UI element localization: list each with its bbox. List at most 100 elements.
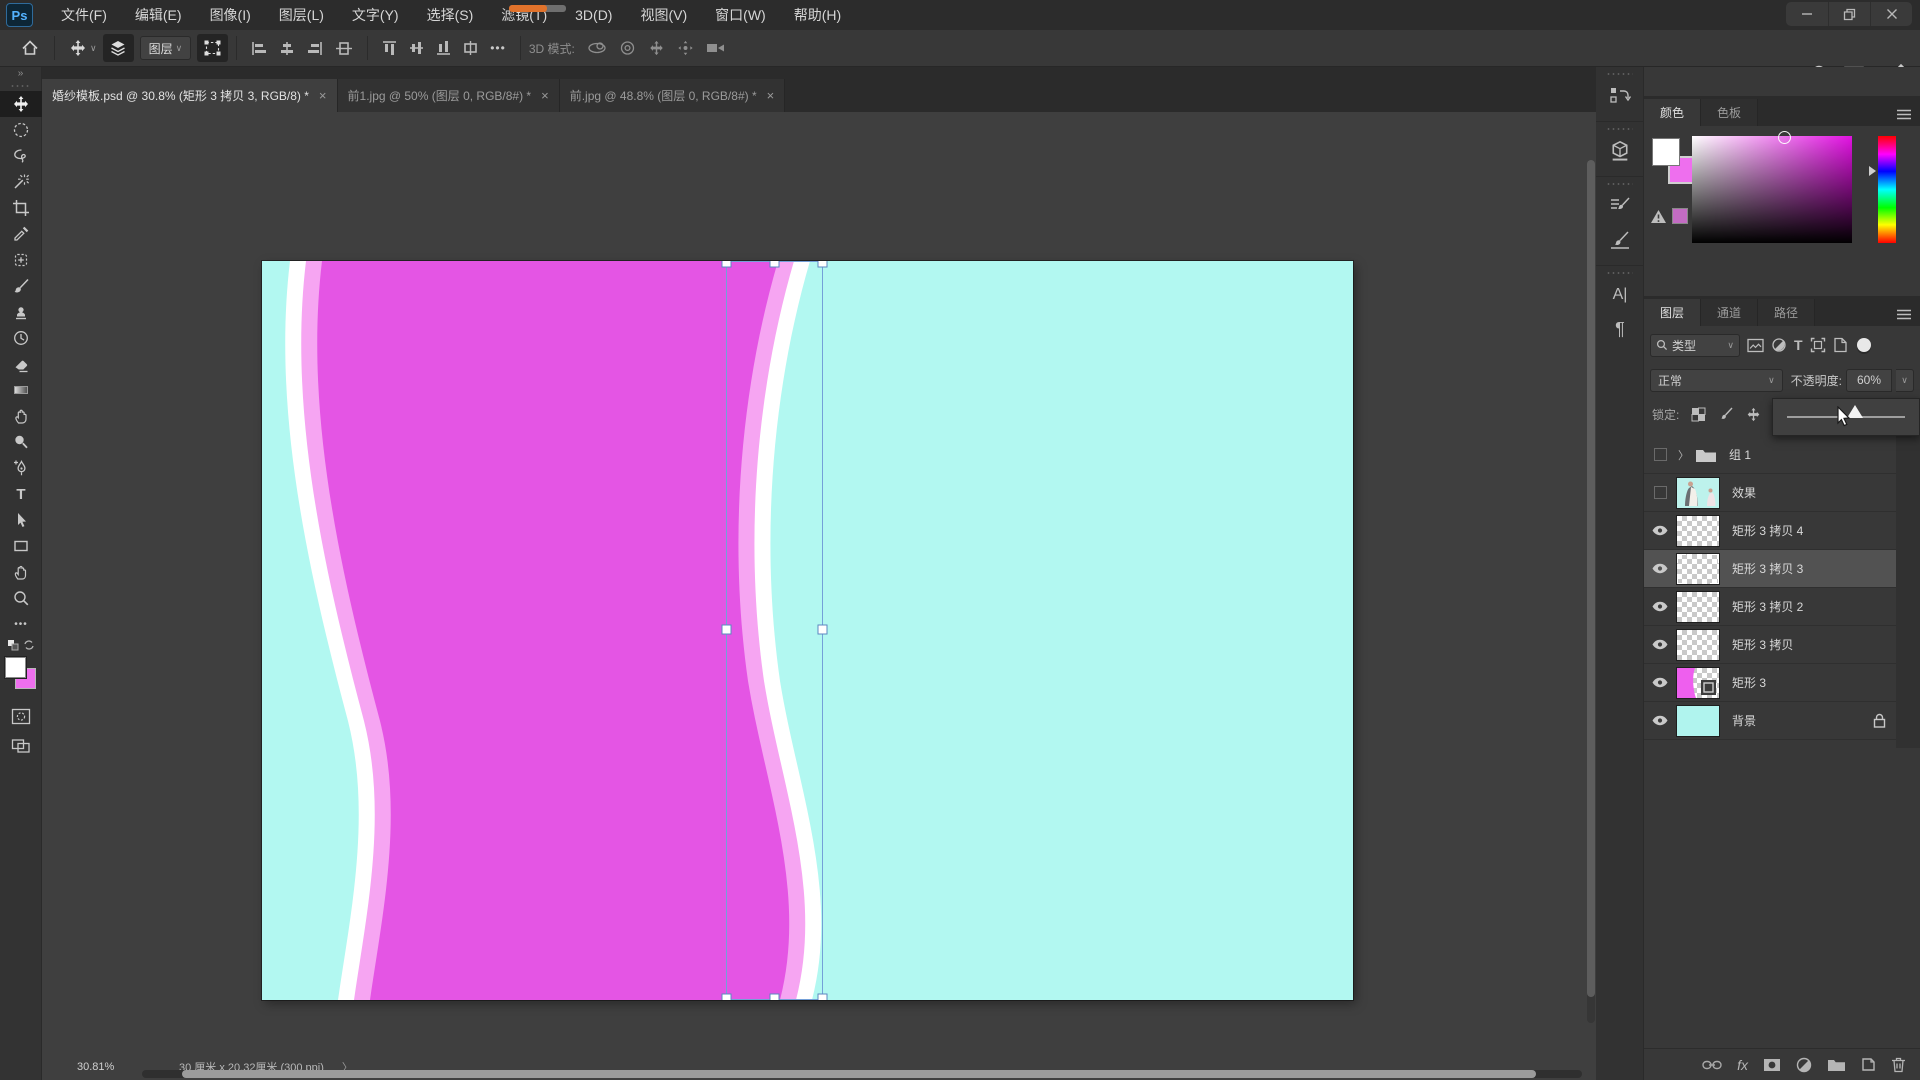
type-tool[interactable]: T [0,481,42,507]
quick-mask-button[interactable] [0,701,42,731]
smudge-tool[interactable] [0,403,42,429]
pen-tool[interactable] [0,455,42,481]
layer-name[interactable]: 矩形 3 拷贝 4 [1732,522,1803,539]
more-options-button[interactable]: ••• [484,34,512,62]
vertical-scrollbar[interactable] [1587,160,1595,1023]
visibility-toggle[interactable] [1644,600,1676,613]
layer-thumbnail[interactable] [1676,514,1720,547]
move-tool[interactable] [0,91,42,117]
align-top-button[interactable] [376,34,403,62]
opacity-value-field[interactable]: 60% [1846,368,1892,392]
layer-thumbnail[interactable] [1676,628,1720,661]
hand-tool[interactable] [0,559,42,585]
lock-transparency-icon[interactable] [1691,407,1706,422]
tab-channels[interactable]: 通道 [1701,299,1759,326]
panel-grip[interactable] [1606,127,1633,131]
clone-stamp-tool[interactable] [0,299,42,325]
marquee-tool[interactable] [0,117,42,143]
visibility-off[interactable] [1653,486,1667,499]
panel-grip[interactable] [10,84,31,88]
layer-thumbnail[interactable] [1676,552,1720,585]
new-group-icon[interactable] [1827,1058,1846,1072]
distribute-v-button[interactable] [457,34,484,62]
menu-file[interactable]: 文件(F) [47,0,121,30]
brush-tool[interactable] [0,273,42,299]
magenta-shape[interactable] [317,261,790,1000]
foreground-background-swatches[interactable] [0,655,42,701]
menu-edit[interactable]: 编辑(E) [121,0,196,30]
layer-row-background[interactable]: 背景 [1644,702,1896,740]
path-select-tool[interactable] [0,507,42,533]
brush-settings-panel-icon[interactable] [1596,189,1644,223]
lock-pixels-icon[interactable] [1718,407,1734,422]
layer-row-group[interactable]: 〉 组 1 [1644,436,1896,474]
panel-menu-icon[interactable] [1896,309,1912,320]
visibility-toggle[interactable] [1644,562,1676,575]
visibility-toggle[interactable] [1644,448,1676,461]
pasteboard[interactable] [42,112,1596,1053]
opacity-dropdown-caret[interactable]: ∨ [1896,368,1914,392]
new-layer-icon[interactable] [1861,1057,1876,1072]
filter-type-icon[interactable]: T [1794,337,1803,353]
layer-name[interactable]: 矩形 3 拷贝 2 [1732,598,1803,615]
filter-type-dropdown[interactable]: 类型 ∨ [1650,333,1740,357]
color-picker-ring[interactable] [1778,131,1792,144]
align-bottom-button[interactable] [430,34,457,62]
layer-row[interactable]: 效果 [1644,474,1896,512]
crop-tool[interactable] [0,195,42,221]
menu-view[interactable]: 视图(V) [626,0,701,30]
document-tab[interactable]: 前1.jpg @ 50% (图层 0, RGB/8#) * × [337,79,560,112]
menu-help[interactable]: 帮助(H) [780,0,855,30]
eraser-tool[interactable] [0,351,42,377]
align-middle-v-button[interactable] [403,34,430,62]
lock-position-icon[interactable] [1746,407,1761,422]
close-icon[interactable]: × [767,88,775,103]
blend-mode-dropdown[interactable]: 正常 ∨ [1650,368,1783,392]
filter-pixel-layers-icon[interactable] [1747,338,1764,353]
filter-shape-icon[interactable] [1810,337,1826,353]
delete-layer-icon[interactable] [1891,1057,1906,1073]
add-mask-icon[interactable] [1763,1058,1781,1072]
layer-row[interactable]: 矩形 3 [1644,664,1896,702]
home-button[interactable] [14,34,46,62]
auto-select-toggle[interactable] [102,34,134,62]
more-tools-button[interactable]: ••• [0,611,42,637]
layer-name[interactable]: 背景 [1732,712,1756,729]
document-tab[interactable]: 婚纱模板.psd @ 30.8% (矩形 3 拷贝 3, RGB/8) * × [42,79,338,112]
foreground-color-swatch[interactable] [4,656,27,679]
3d-camera-icon[interactable] [700,34,732,62]
collapse-tools-icon[interactable]: » [0,67,41,81]
filter-adjustment-icon[interactable] [1771,337,1787,353]
menu-select[interactable]: 选择(S) [413,0,488,30]
visibility-toggle[interactable] [1644,486,1676,499]
filter-toggle-switch[interactable] [1856,338,1871,352]
eyedropper-tool[interactable] [0,221,42,247]
brushes-panel-icon[interactable] [1596,223,1644,257]
hue-pointer-icon[interactable] [1869,165,1876,176]
visibility-toggle[interactable] [1644,676,1676,689]
layer-name[interactable]: 矩形 3 [1732,674,1766,691]
horizontal-scrollbar[interactable] [142,1070,1582,1078]
layer-name[interactable]: 组 1 [1729,446,1751,463]
minimize-button[interactable] [1786,2,1828,26]
distribute-h-button[interactable] [329,34,359,62]
3d-roll-icon[interactable] [613,34,642,62]
menu-3d[interactable]: 3D(D) [561,0,626,30]
history-panel-icon[interactable] [1596,79,1644,113]
zoom-level-field[interactable]: 30.81% [77,1061,149,1073]
show-transform-controls-toggle[interactable] [197,34,229,62]
menu-image[interactable]: 图像(I) [196,0,265,30]
tab-layers[interactable]: 图层 [1644,299,1702,326]
layer-thumbnail[interactable] [1676,704,1720,737]
gradient-tool[interactable] [0,377,42,403]
visibility-toggle[interactable] [1644,714,1676,727]
layer-list-scrollgutter[interactable] [1896,436,1920,748]
close-icon[interactable]: × [541,88,549,103]
foreground-color-swatch[interactable] [1652,138,1680,166]
gamut-warning[interactable] [1650,208,1688,224]
tool-options-move-icon[interactable]: ∨ [63,34,103,62]
saturation-brightness-field[interactable] [1692,131,1852,243]
layer-name[interactable]: 矩形 3 拷贝 [1732,636,1793,653]
dodge-tool[interactable] [0,429,42,455]
layer-name[interactable]: 效果 [1732,484,1756,501]
